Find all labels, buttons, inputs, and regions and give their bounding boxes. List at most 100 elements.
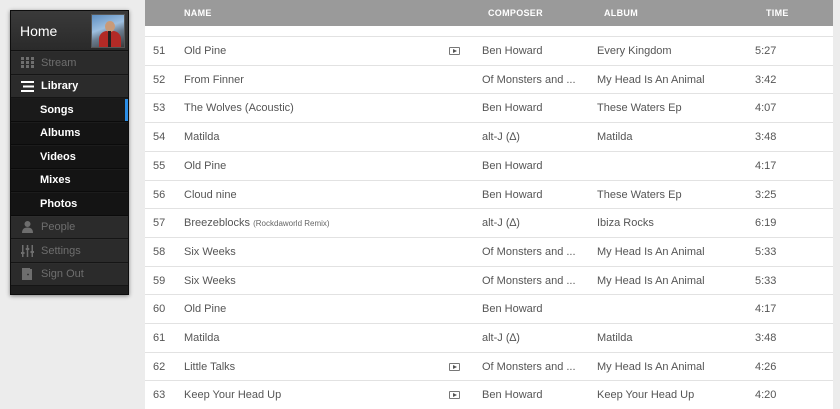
track-number: 60 <box>153 303 166 316</box>
track-number: 59 <box>153 274 166 287</box>
track-time: 4:20 <box>755 389 777 402</box>
track-number: 56 <box>153 188 166 201</box>
avatar[interactable] <box>91 14 125 48</box>
track-number: 62 <box>153 360 166 373</box>
home-header[interactable]: Home <box>11 11 128 51</box>
table-row[interactable]: 59 Six Weeks Of Monsters and ... My Head Is… <box>145 265 833 295</box>
track-time: 3:48 <box>755 131 777 144</box>
track-time: 3:48 <box>755 332 777 344</box>
sidebar-item-label: Photos <box>40 197 78 210</box>
column-header-album[interactable]: ALBUM <box>604 8 638 18</box>
track-number: 61 <box>153 332 166 344</box>
column-header-time[interactable]: TIME <box>766 8 789 18</box>
video-icon[interactable] <box>449 362 460 371</box>
table-row[interactable]: 56 Cloud nine Ben Howard These Waters Ep 3:2… <box>145 179 833 209</box>
track-name[interactable]: Breezeblocks (Rockdaworld Remix) <box>184 217 330 229</box>
table-row[interactable]: 60 Old Pine Ben Howard 4:17 <box>145 294 833 323</box>
track-name[interactable]: The Wolves (Acoustic) <box>184 102 294 114</box>
track-album[interactable]: My Head Is An Animal <box>597 275 705 287</box>
table-row[interactable]: 51 Old Pine Ben Howard Every Kingdom 5:27 <box>145 36 833 65</box>
track-name[interactable]: Matilda <box>184 131 219 143</box>
stream-icon <box>20 57 34 69</box>
track-title: Keep Your Head Up <box>184 389 282 402</box>
track-name[interactable]: Cloud nine <box>184 189 237 201</box>
track-composer: Ben Howard <box>482 159 543 172</box>
sidebar-item-mixes[interactable]: Mixes <box>11 168 128 192</box>
library-icon <box>20 80 34 92</box>
person-icon <box>20 221 34 234</box>
track-composer: Of Monsters and ... <box>482 274 576 287</box>
table-row[interactable]: 63 Keep Your Head Up Ben Howard Keep Your H… <box>145 380 833 409</box>
track-title: Old Pine <box>184 303 227 316</box>
track-name[interactable]: Matilda <box>184 332 219 344</box>
track-composer: Ben Howard <box>482 303 543 316</box>
track-album[interactable]: My Head Is An Animal <box>597 246 705 258</box>
track-title: From Finner <box>184 73 244 86</box>
track-name[interactable]: Keep Your Head Up <box>184 389 281 401</box>
track-name[interactable]: From Finner <box>184 74 244 86</box>
track-number: 63 <box>153 389 166 402</box>
video-icon[interactable] <box>449 47 460 55</box>
sidebar-item-label: Albums <box>40 127 81 140</box>
table-row[interactable]: 58 Six Weeks Of Monsters and ... My Head Is… <box>145 236 833 266</box>
track-time: 5:33 <box>755 274 777 287</box>
sidebar-item-sign-out[interactable]: Sign Out <box>11 262 128 286</box>
track-number: 52 <box>153 73 166 86</box>
sidebar-item-stream[interactable]: Stream <box>11 51 128 75</box>
sidebar-item-albums[interactable]: Albums <box>11 121 128 145</box>
track-name[interactable]: Six Weeks <box>184 275 236 287</box>
track-time: 3:42 <box>755 73 777 86</box>
column-header-name[interactable]: NAME <box>184 8 212 18</box>
track-name[interactable]: Six Weeks <box>184 246 236 258</box>
door-icon <box>20 268 34 281</box>
track-title: Six Weeks <box>184 274 236 287</box>
track-album[interactable]: Matilda <box>597 332 632 344</box>
table-row[interactable]: 55 Old Pine Ben Howard 4:17 <box>145 150 833 180</box>
track-album[interactable]: Matilda <box>597 131 632 143</box>
track-album[interactable]: Keep Your Head Up <box>597 389 694 401</box>
column-header-composer[interactable]: COMPOSER <box>488 8 543 18</box>
sidebar-item-label: People <box>41 221 76 234</box>
track-album[interactable]: Every Kingdom <box>597 45 672 57</box>
track-name[interactable]: Old Pine <box>184 303 226 315</box>
table-row[interactable]: 53 The Wolves (Acoustic) Ben Howard These W… <box>145 93 833 122</box>
table-row[interactable]: 57 Breezeblocks (Rockdaworld Remix) alt-J … <box>145 208 833 237</box>
video-icon[interactable] <box>449 391 460 400</box>
sliders-icon <box>20 244 34 257</box>
sidebar: Home Stream Library Songs Albums Videos … <box>10 10 129 295</box>
track-name[interactable]: Little Talks <box>184 361 235 373</box>
sidebar-item-settings[interactable]: Settings <box>11 239 128 263</box>
track-number: 58 <box>153 245 166 258</box>
track-time: 4:17 <box>755 159 777 172</box>
sidebar-item-videos[interactable]: Videos <box>11 145 128 169</box>
sidebar-item-people[interactable]: People <box>11 215 128 239</box>
track-title: Cloud nine <box>184 188 237 201</box>
track-album[interactable]: My Head Is An Animal <box>597 74 705 86</box>
track-title: The Wolves (Acoustic) <box>184 102 294 115</box>
songs-table: NAME COMPOSER ALBUM TIME 51 Old Pine Ben H… <box>145 0 833 409</box>
track-title: Old Pine <box>184 45 227 57</box>
track-time: 3:25 <box>755 188 777 201</box>
track-album[interactable]: These Waters Ep <box>597 189 682 201</box>
sidebar-item-photos[interactable]: Photos <box>11 192 128 216</box>
track-album[interactable]: My Head Is An Animal <box>597 361 705 373</box>
track-title: Little Talks <box>184 360 236 373</box>
sidebar-item-songs[interactable]: Songs <box>11 98 128 122</box>
table-row[interactable]: 52 From Finner Of Monsters and ... My Head … <box>145 64 833 94</box>
track-name[interactable]: Old Pine <box>184 45 226 57</box>
track-name[interactable]: Old Pine <box>184 160 226 172</box>
table-row[interactable]: 62 Little Talks Of Monsters and ... My Head… <box>145 351 833 381</box>
track-composer: Of Monsters and ... <box>482 73 576 86</box>
track-composer: Ben Howard <box>482 102 543 115</box>
track-time: 5:33 <box>755 245 777 258</box>
sidebar-item-library[interactable]: Library <box>11 74 128 98</box>
table-row[interactable]: 61 Matilda alt-J (∆) Matilda 3:48 <box>145 323 833 352</box>
track-composer: Ben Howard <box>482 188 543 201</box>
track-album[interactable]: Ibiza Rocks <box>597 217 654 229</box>
sidebar-item-label: Settings <box>41 244 81 257</box>
table-row[interactable]: 54 Matilda alt-J (∆) Matilda 3:48 <box>145 122 833 151</box>
track-title: Six Weeks <box>184 245 236 258</box>
sidebar-item-label: Songs <box>40 103 74 116</box>
track-album[interactable]: These Waters Ep <box>597 102 682 114</box>
track-note: (Rockdaworld Remix) <box>253 219 330 229</box>
